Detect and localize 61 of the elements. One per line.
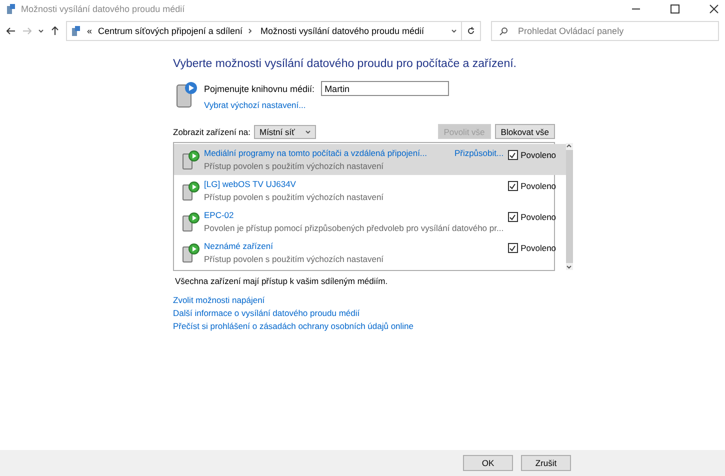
address-bar[interactable]: « Centrum síťových připojení a sdílení Možnosti vysílání datového proudu médií <box>66 21 462 41</box>
chevron-icon <box>305 128 312 134</box>
device-name[interactable]: Neznámé zařízení <box>204 241 273 251</box>
control-panel-icon <box>6 3 16 15</box>
allowed-label: Povoleno <box>520 150 556 160</box>
chevron-icon <box>38 28 44 34</box>
allowed-label: Povoleno <box>520 212 556 222</box>
help-link[interactable]: Zvolit možnosti napájení <box>173 295 265 305</box>
device-status: Přístup povolen s použitím výchozích nastavení <box>204 192 385 202</box>
media-device-icon <box>182 212 200 232</box>
device-name[interactable]: [LG] webOS TV UJ634V <box>204 179 296 189</box>
media-device-icon <box>182 242 200 262</box>
window-title: Možnosti vysílání datového proudu médií <box>21 4 186 14</box>
allowed-checkbox[interactable] <box>508 212 518 222</box>
maximize-icon[interactable] <box>670 4 680 14</box>
device-status: Přístup povolen s použitím výchozích nastavení <box>204 254 385 264</box>
device-row[interactable]: [LG] webOS TV UJ634V Přístup povolen s použitím výchozích nastavení Povoleno <box>174 175 566 206</box>
media-server-icon <box>176 79 198 109</box>
media-device-icon <box>182 180 200 200</box>
allowed-checkbox[interactable] <box>508 181 518 191</box>
device-status: Povolen je přístup pomocí přizpůsobených předvoleb pro vysílání datového pr... <box>204 223 504 233</box>
page-heading: Vyberte možnosti vysílání datového proudu pro počítače a zařízení. <box>173 58 518 70</box>
library-name-field[interactable]: Martin <box>320 81 449 96</box>
media-device-icon <box>182 150 200 170</box>
breadcrumb[interactable]: Možnosti vysílání datového proudu médií <box>260 26 424 36</box>
device-row[interactable]: Mediální programy na tomto počítači a vzdálená připojení... Přizpůsobit... Přístup povolen s použitím výchozích nastavení Povoleno <box>174 144 566 175</box>
ok-button[interactable]: OK <box>463 455 513 471</box>
chevron-icon <box>566 264 572 270</box>
refresh-button[interactable] <box>461 21 481 41</box>
chevron-icon <box>566 143 572 149</box>
search-field[interactable]: Prohledat Ovládací panely <box>491 21 719 41</box>
search-icon <box>499 27 508 36</box>
chevron-icon <box>248 28 254 34</box>
summary-text: Všechna zařízení mají přístup k vašim sdíleným médiím. <box>175 276 389 286</box>
device-name[interactable]: Mediální programy na tomto počítači a vzdálená připojení... <box>204 148 428 158</box>
customize-link[interactable]: Přizpůsobit... <box>454 148 504 158</box>
refresh-icon <box>467 27 475 35</box>
overflow-chevron[interactable]: « <box>87 26 92 36</box>
network-dropdown[interactable]: Místní síť <box>254 124 316 138</box>
device-row[interactable]: Neznámé zařízení Přístup povolen s použitím výchozích nastavení Povoleno <box>174 237 566 268</box>
device-row[interactable]: EPC-02 Povolen je přístup pomocí přizpůsobených předvoleb pro vysílání datového pr... Povoleno <box>174 206 566 237</box>
back-arrow-icon[interactable] <box>6 26 16 36</box>
allowed-label: Povoleno <box>520 243 556 253</box>
allowed-checkbox[interactable] <box>508 243 518 253</box>
allowed-checkbox[interactable] <box>508 150 518 160</box>
filter-label: Zobrazit zařízení na: <box>173 126 250 136</box>
library-name-label: Pojmenujte knihovnu médií: <box>204 84 315 94</box>
device-name[interactable]: EPC-02 <box>204 210 234 220</box>
allowed-label: Povoleno <box>520 181 556 191</box>
defaults-link[interactable]: Vybrat výchozí nastavení... <box>204 100 449 110</box>
up-arrow-icon[interactable] <box>50 26 60 36</box>
block-all-button[interactable]: Blokovat vše <box>494 124 555 139</box>
cancel-button[interactable]: Zrušit <box>521 455 571 471</box>
help-link[interactable]: Přečíst si prohlášení o zásadách ochrany osobních údajů online <box>173 321 414 331</box>
breadcrumb[interactable]: Centrum síťových připojení a sdílení <box>98 26 242 36</box>
chevron-icon <box>451 28 457 34</box>
device-status: Přístup povolen s použitím výchozích nastavení <box>204 161 385 171</box>
close-icon[interactable] <box>709 4 719 14</box>
scrollbar[interactable] <box>566 143 573 270</box>
help-link[interactable]: Další informace o vysílání datového proudu médií <box>173 308 360 318</box>
control-panel-icon <box>71 25 81 37</box>
